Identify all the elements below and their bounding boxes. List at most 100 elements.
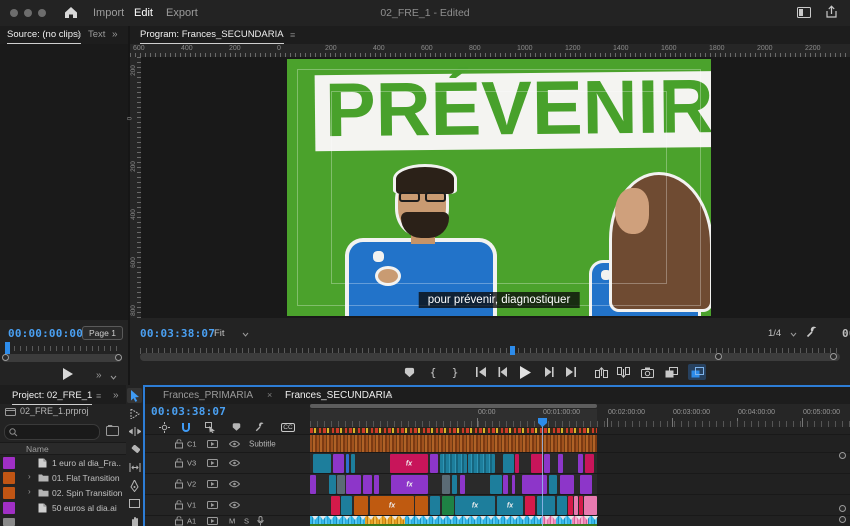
timeline-clip[interactable]: fx <box>455 496 495 515</box>
audio-keyframe-marker[interactable] <box>432 516 438 520</box>
track-lock-icon[interactable] <box>175 480 183 489</box>
audio-keyframe-marker[interactable] <box>568 516 574 520</box>
timeline-clip[interactable] <box>440 454 467 473</box>
window-minimize-dot[interactable] <box>24 9 32 17</box>
audio-keyframe-marker[interactable] <box>584 516 590 520</box>
column-header-name[interactable]: Name <box>0 442 126 455</box>
window-zoom-dot[interactable] <box>38 9 46 17</box>
search-bin-icon[interactable] <box>106 425 119 436</box>
timeline-settings-wrench-icon[interactable] <box>253 421 267 433</box>
timeline-clip[interactable]: fx <box>390 454 428 473</box>
timeline-clip[interactable] <box>557 496 567 515</box>
audio-keyframe-marker[interactable] <box>424 516 430 520</box>
slip-tool[interactable] <box>127 460 142 475</box>
audio-keyframe-marker[interactable] <box>440 516 446 520</box>
timeline-clip[interactable] <box>544 454 550 473</box>
tab-edit[interactable]: Edit <box>134 0 153 28</box>
track-lock-icon[interactable] <box>175 501 183 510</box>
project-breadcrumb[interactable]: 02_FRE_1.prproj <box>20 406 89 416</box>
audio-keyframe-marker[interactable] <box>560 516 566 520</box>
audio-keyframe-marker[interactable] <box>472 516 478 520</box>
audio-keyframe-marker[interactable] <box>344 516 350 520</box>
track-select-forward-tool[interactable] <box>127 406 142 421</box>
panel-menu-icon[interactable]: ≡ <box>290 30 295 40</box>
source-playhead[interactable] <box>5 342 10 354</box>
track-visibility-eye-icon[interactable] <box>229 481 240 488</box>
tab-export[interactable]: Export <box>166 0 198 26</box>
audio-keyframe-marker[interactable] <box>496 516 502 520</box>
caption-clips-band[interactable] <box>310 435 597 452</box>
timeline-clip[interactable] <box>468 454 495 473</box>
razor-tool[interactable] <box>127 442 142 457</box>
voiceover-mic-icon[interactable] <box>257 516 264 526</box>
audio-keyframe-marker[interactable] <box>480 516 486 520</box>
timeline-clip[interactable] <box>331 496 340 515</box>
expand-chevron-icon[interactable]: › <box>28 487 31 496</box>
vertical-scrollbar-handle[interactable] <box>839 452 846 459</box>
track-output-icon[interactable] <box>207 501 218 509</box>
project-item-row[interactable]: 50 euros al dia.ai <box>0 501 124 516</box>
source-play-button[interactable] <box>62 368 73 380</box>
audio-keyframe-marker[interactable] <box>320 516 326 520</box>
add-marker-icon[interactable] <box>229 421 243 433</box>
timeline-clip[interactable] <box>578 454 583 473</box>
rectangle-tool[interactable] <box>127 496 142 511</box>
timeline-clip[interactable] <box>374 475 379 494</box>
audio-keyframe-marker[interactable] <box>352 516 358 520</box>
panel-menu-icon[interactable]: ≡ <box>387 391 392 401</box>
audio-keyframe-marker[interactable] <box>552 516 558 520</box>
project-item-row[interactable]: ›01. Flat Transition <box>0 471 124 486</box>
timeline-clip[interactable] <box>512 475 515 494</box>
project-item-row[interactable]: ›02. Spin Transition <box>0 486 124 501</box>
track-header-a1[interactable]: A1MS <box>145 515 310 526</box>
timeline-clip[interactable] <box>313 454 331 473</box>
timeline-clip[interactable] <box>568 496 573 515</box>
track-output-icon[interactable] <box>207 480 218 488</box>
label-color-swatch[interactable] <box>3 487 15 499</box>
timeline-clip[interactable] <box>442 496 454 515</box>
panel-menu-icon[interactable]: ≡ <box>96 391 101 401</box>
search-input[interactable] <box>4 424 100 440</box>
snap-magnet-icon[interactable] <box>179 421 193 433</box>
timeline-clip[interactable] <box>584 496 597 515</box>
track-header-v1[interactable]: V1 <box>145 494 310 515</box>
timeline-clip[interactable] <box>346 475 361 494</box>
audio-keyframe-marker[interactable] <box>336 516 342 520</box>
comparison-view-icon[interactable] <box>662 364 680 380</box>
scrollbar-left-handle[interactable] <box>2 354 9 361</box>
zoom-level-select[interactable]: Fit <box>214 328 225 339</box>
timeline-clip[interactable] <box>574 496 578 515</box>
timeline-clip[interactable] <box>354 496 368 515</box>
label-color-swatch[interactable] <box>3 457 15 469</box>
step-back-icon[interactable] <box>494 364 512 380</box>
quick-export-icon[interactable] <box>825 5 838 19</box>
timeline-clip[interactable] <box>579 496 583 515</box>
audio-keyframe-marker[interactable] <box>464 516 470 520</box>
timeline-clip[interactable] <box>585 454 594 473</box>
timeline-clip[interactable] <box>460 475 465 494</box>
timeline-clip[interactable] <box>337 475 345 494</box>
timeline-clip[interactable] <box>329 475 336 494</box>
timeline-clip[interactable] <box>430 496 440 515</box>
timeline-clip[interactable]: fx <box>370 496 414 515</box>
tab-overflow-icon[interactable]: » <box>112 29 118 40</box>
tab-project[interactable]: Project: 02_FRE_1 <box>12 387 92 405</box>
mark-in-icon[interactable]: { <box>424 364 442 380</box>
export-frame-camera-icon[interactable] <box>638 364 656 380</box>
page-button[interactable]: Page 1 <box>82 326 123 340</box>
audio-keyframe-marker[interactable] <box>504 516 510 520</box>
mark-out-icon[interactable]: } <box>446 364 464 380</box>
add-marker-icon[interactable] <box>400 364 418 380</box>
tab-program[interactable]: Program: Frances_SECUNDARIA <box>140 26 284 44</box>
program-playhead[interactable] <box>510 346 515 355</box>
timeline-ruler[interactable]: 00:0000:01:00:0000:02:00:0000:03:00:0000… <box>310 404 850 427</box>
audio-keyframe-marker[interactable] <box>544 516 550 520</box>
track-output-icon[interactable] <box>207 517 218 525</box>
audio-keyframe-marker[interactable] <box>512 516 518 520</box>
home-icon[interactable] <box>64 6 78 19</box>
audio-keyframe-marker[interactable] <box>520 516 526 520</box>
insert-as-nest-icon[interactable] <box>157 421 171 433</box>
source-zoom-scrollbar[interactable] <box>2 354 122 362</box>
vertical-scrollbar-handle[interactable] <box>839 516 846 523</box>
timeline-clip[interactable] <box>503 475 508 494</box>
